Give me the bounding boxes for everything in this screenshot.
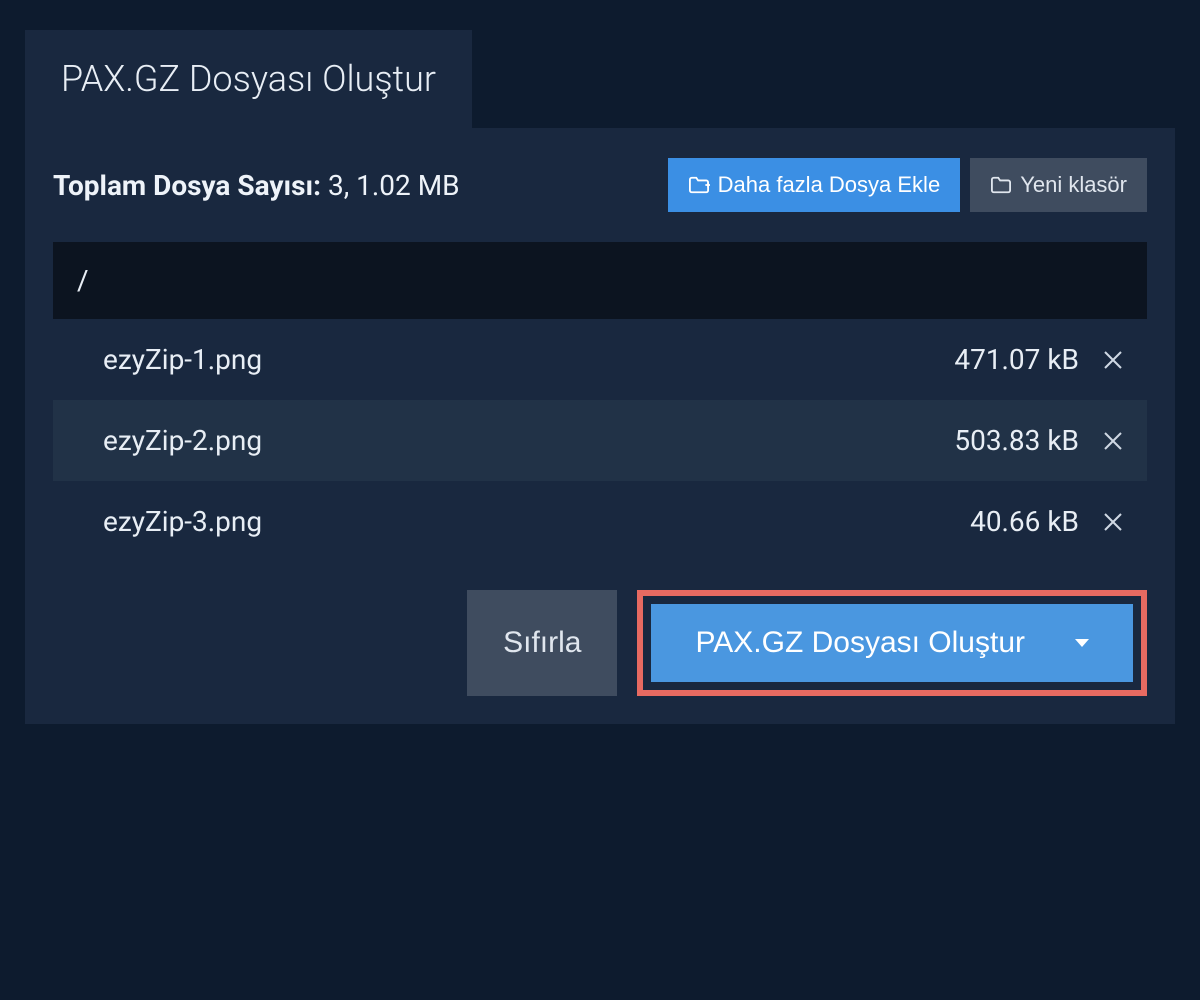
new-folder-button[interactable]: Yeni klasör xyxy=(970,158,1147,212)
folder-plus-icon xyxy=(688,175,710,195)
file-size: 503.83 kB xyxy=(954,424,1079,457)
file-size: 40.66 kB xyxy=(970,505,1079,538)
path-text: / xyxy=(77,264,89,297)
reset-button[interactable]: Sıfırla xyxy=(467,590,617,696)
new-folder-label: Yeni klasör xyxy=(1020,172,1127,198)
total-file-count: Toplam Dosya Sayısı: 3, 1.02 MB xyxy=(53,169,460,202)
main-panel: Toplam Dosya Sayısı: 3, 1.02 MB Daha faz… xyxy=(25,128,1175,724)
remove-file-button[interactable] xyxy=(1099,346,1127,374)
tab-create-paxgz[interactable]: PAX.GZ Dosyası Oluştur xyxy=(25,30,472,128)
file-size: 471.07 kB xyxy=(954,343,1079,376)
reset-label: Sıfırla xyxy=(503,626,581,659)
folder-icon xyxy=(990,175,1012,195)
file-row: ezyZip-1.png 471.07 kB xyxy=(53,319,1147,400)
create-paxgz-button[interactable]: PAX.GZ Dosyası Oluştur xyxy=(651,604,1133,682)
header-buttons: Daha fazla Dosya Ekle Yeni klasör xyxy=(668,158,1147,212)
file-name: ezyZip-3.png xyxy=(103,505,970,538)
add-more-files-button[interactable]: Daha fazla Dosya Ekle xyxy=(668,158,961,212)
create-button-highlight: PAX.GZ Dosyası Oluştur xyxy=(637,590,1147,696)
total-label-value: 3, 1.02 MB xyxy=(321,169,460,202)
footer-row: Sıfırla PAX.GZ Dosyası Oluştur xyxy=(53,590,1147,696)
file-row: ezyZip-2.png 503.83 kB xyxy=(53,400,1147,481)
remove-file-button[interactable] xyxy=(1099,427,1127,455)
close-icon xyxy=(1102,430,1124,452)
remove-file-button[interactable] xyxy=(1099,508,1127,536)
create-label: PAX.GZ Dosyası Oluştur xyxy=(695,626,1025,660)
header-row: Toplam Dosya Sayısı: 3, 1.02 MB Daha faz… xyxy=(53,158,1147,212)
file-name: ezyZip-2.png xyxy=(103,424,954,457)
add-more-files-label: Daha fazla Dosya Ekle xyxy=(718,172,941,198)
file-list: / ezyZip-1.png 471.07 kB ezyZip-2.png 50… xyxy=(53,242,1147,562)
file-row: ezyZip-3.png 40.66 kB xyxy=(53,481,1147,562)
close-icon xyxy=(1102,349,1124,371)
file-name: ezyZip-1.png xyxy=(103,343,954,376)
chevron-down-icon xyxy=(1075,639,1089,647)
total-label-text: Toplam Dosya Sayısı: xyxy=(53,169,321,202)
tab-label: PAX.GZ Dosyası Oluştur xyxy=(61,58,436,100)
path-header: / xyxy=(53,242,1147,319)
close-icon xyxy=(1102,511,1124,533)
